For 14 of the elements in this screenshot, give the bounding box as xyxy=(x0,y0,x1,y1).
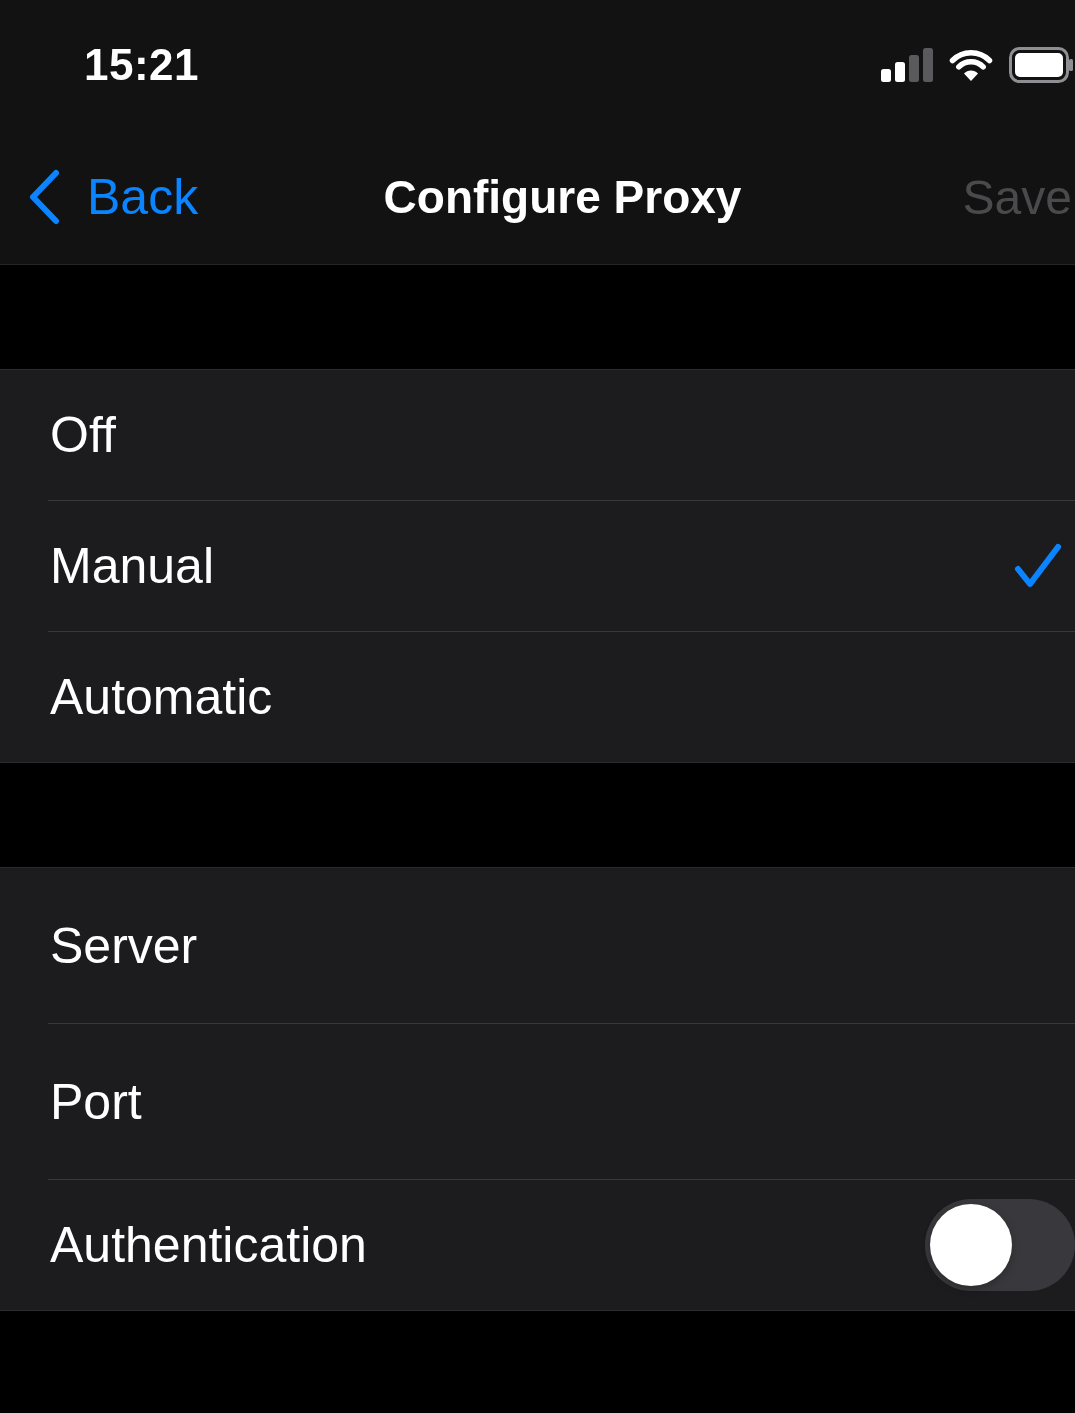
proxy-mode-option[interactable]: Automatic xyxy=(48,632,1075,762)
clock-time: 15:21 xyxy=(84,40,200,90)
proxy-mode-option[interactable]: Manual xyxy=(48,501,1075,632)
back-button[interactable]: Back xyxy=(27,168,199,226)
wifi-icon xyxy=(948,48,994,82)
chevron-left-icon xyxy=(27,169,61,225)
battery-icon xyxy=(1009,47,1073,83)
screen-title: Configure Proxy xyxy=(383,170,742,224)
setting-label: Port xyxy=(50,1072,142,1131)
signal-icon xyxy=(881,48,933,82)
toggle-switch[interactable] xyxy=(925,1199,1075,1291)
proxy-mode-option[interactable]: Off xyxy=(48,370,1075,501)
setting-label: Authentication xyxy=(50,1216,367,1274)
setting-label: Server xyxy=(50,916,198,975)
